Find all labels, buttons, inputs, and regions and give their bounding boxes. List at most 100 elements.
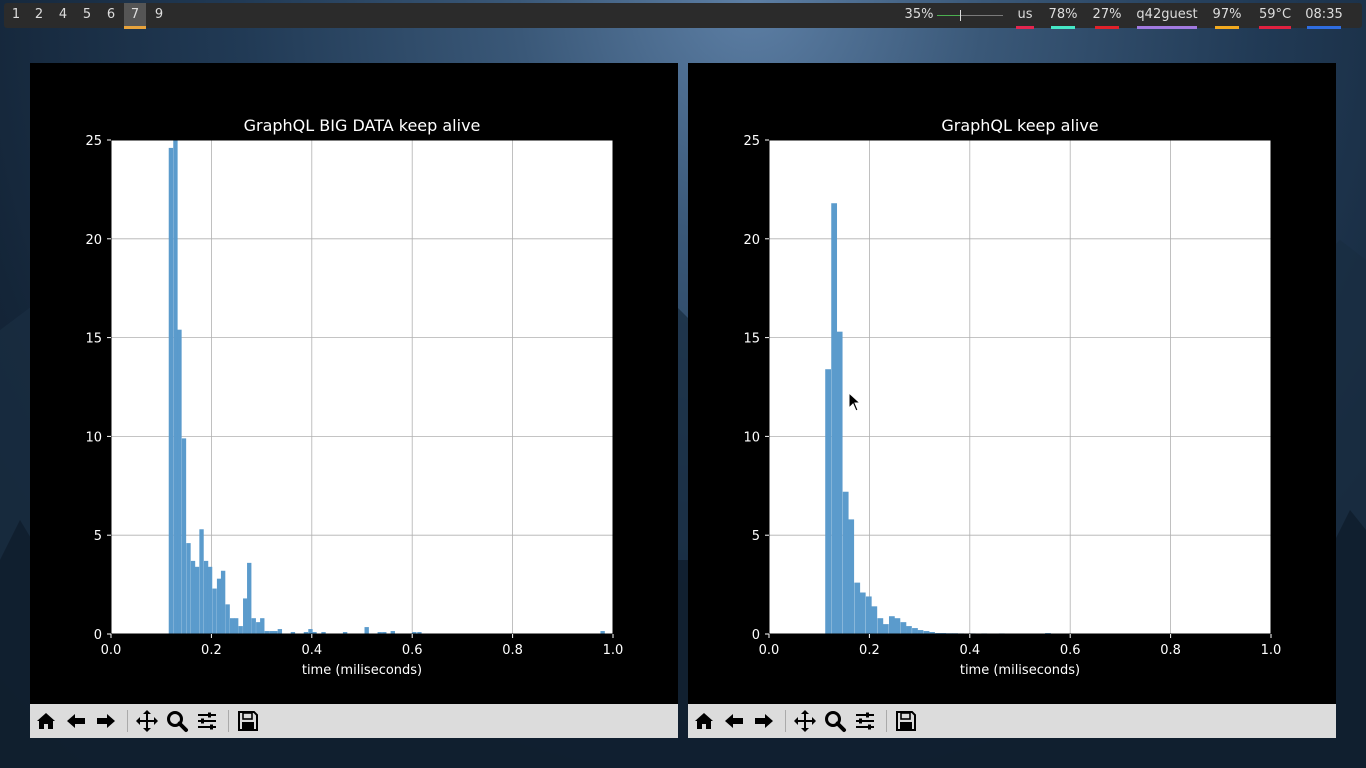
x-tick-label: 0.2 (859, 643, 880, 658)
home-button[interactable] (32, 707, 60, 735)
histogram-bar (194, 566, 200, 634)
volume-slider[interactable] (937, 15, 1003, 16)
x-tick-label: 1.0 (603, 643, 624, 658)
x-tick-label: 0.6 (402, 643, 423, 658)
x-tick-label: 0.8 (1160, 643, 1181, 658)
status-temperature-underline (1259, 26, 1291, 29)
status-cpu: 78% (1045, 3, 1081, 29)
histogram-bar (233, 618, 239, 634)
figure-window-big-data[interactable]: 0.0 0.2 0.4 0.6 0.8 1.0 0 5 10 15 20 25 GraphQL BIG … (30, 63, 678, 738)
figure-window-keep-alive[interactable]: 0.0 0.2 0.4 0.6 0.8 1.0 0 5 10 15 20 25 GraphQL keep… (688, 63, 1336, 738)
histogram-bar (842, 491, 849, 634)
pan-button[interactable] (791, 707, 819, 735)
zoom-button[interactable] (163, 707, 191, 735)
workspace-5[interactable]: 5 (76, 3, 98, 28)
histogram-bar (220, 570, 226, 634)
workspace-6[interactable]: 6 (100, 3, 122, 28)
status-temperature: 59°C (1253, 3, 1297, 29)
histogram-bar (212, 588, 217, 634)
x-tick-label: 0.2 (201, 643, 222, 658)
forward-icon (755, 714, 773, 728)
workspace-9[interactable]: 9 (148, 3, 170, 28)
histogram-bar (900, 622, 907, 634)
histogram-bar (882, 624, 889, 634)
back-icon (67, 714, 85, 728)
save-button[interactable] (892, 707, 920, 735)
x-tick-label: 0.0 (759, 643, 780, 658)
status-user: q42guest (1131, 3, 1203, 29)
configure-subplots-icon (856, 712, 874, 730)
y-tick-label: 0 (94, 628, 102, 643)
histogram-bar (871, 606, 878, 634)
configure-subplots-button[interactable] (193, 707, 221, 735)
workspace-2[interactable]: 2 (28, 3, 50, 28)
histogram-bar (190, 560, 196, 634)
forward-button[interactable] (92, 707, 120, 735)
back-button[interactable] (62, 707, 90, 735)
workspace-4[interactable]: 4 (52, 3, 74, 28)
histogram-bar (859, 592, 866, 634)
y-tick-label: 20 (743, 233, 760, 248)
status-clock-underline (1307, 26, 1341, 29)
status-memory: 27% (1089, 3, 1125, 29)
status-battery-text: 97% (1212, 7, 1242, 22)
y-tick-label: 15 (85, 332, 102, 347)
histogram-bar (238, 626, 243, 634)
histogram-bar (894, 618, 901, 634)
x-tick-label: 1.0 (1261, 643, 1282, 658)
histogram-bar (308, 629, 313, 634)
status-battery: 97% (1209, 3, 1245, 29)
workspace-1[interactable]: 1 (5, 3, 27, 28)
toolbar-separator (127, 710, 128, 732)
status-memory-underline (1095, 26, 1119, 29)
histogram-bar (203, 560, 209, 634)
histogram-keep-alive[interactable]: 0.0 0.2 0.4 0.6 0.8 1.0 0 5 10 15 20 25 GraphQL keep… (688, 63, 1336, 704)
status-user-text: q42guest (1136, 7, 1198, 22)
status-cpu-text: 78% (1048, 7, 1078, 22)
histogram-bar (256, 622, 261, 634)
y-tick-label: 20 (85, 233, 102, 248)
histogram-bar (207, 566, 213, 634)
home-button[interactable] (690, 707, 718, 735)
x-tick-label: 0.4 (301, 643, 322, 658)
volume-slider-knob[interactable] (960, 10, 962, 21)
status-keyboard-layout-text: us (1017, 7, 1033, 22)
forward-button[interactable] (750, 707, 778, 735)
histogram-bar (917, 630, 924, 634)
toolbar-separator (228, 710, 229, 732)
histogram-bar (831, 203, 838, 634)
zoom-button[interactable] (821, 707, 849, 735)
chart-title: GraphQL keep alive (941, 116, 1098, 135)
histogram-bar (168, 147, 174, 634)
plot-toolbar (30, 704, 678, 738)
y-tick-label: 0 (752, 628, 760, 643)
pan-button[interactable] (133, 707, 161, 735)
status-clock: 08:35 (1301, 3, 1347, 29)
histogram-bar (906, 626, 912, 634)
back-button[interactable] (720, 707, 748, 735)
pan-icon (136, 710, 158, 732)
x-tick-label: 0.0 (101, 643, 122, 658)
histogram-bar (836, 331, 843, 634)
workspace-7[interactable]: 7 (124, 3, 146, 29)
status-user-underline (1137, 26, 1197, 29)
histogram-bar (825, 369, 831, 634)
configure-subplots-button[interactable] (851, 707, 879, 735)
y-tick-label: 25 (85, 134, 102, 149)
save-icon (896, 711, 916, 731)
x-axis-label: time (miliseconds) (302, 663, 422, 678)
histogram-bar (216, 578, 222, 634)
y-tick-label: 15 (743, 332, 760, 347)
histogram-bar (260, 618, 265, 634)
status-memory-text: 27% (1092, 7, 1122, 22)
y-tick-label: 25 (743, 134, 760, 149)
save-button[interactable] (234, 707, 262, 735)
histogram-bar (173, 140, 178, 634)
x-tick-label: 0.6 (1060, 643, 1081, 658)
histogram-big-data[interactable]: 0.0 0.2 0.4 0.6 0.8 1.0 0 5 10 15 20 25 GraphQL BIG … (30, 63, 678, 704)
status-keyboard-layout-underline (1016, 26, 1034, 29)
histogram-bar (877, 618, 884, 634)
home-icon (37, 713, 55, 729)
y-tick-label: 5 (752, 529, 760, 544)
histogram-bar (912, 628, 918, 634)
